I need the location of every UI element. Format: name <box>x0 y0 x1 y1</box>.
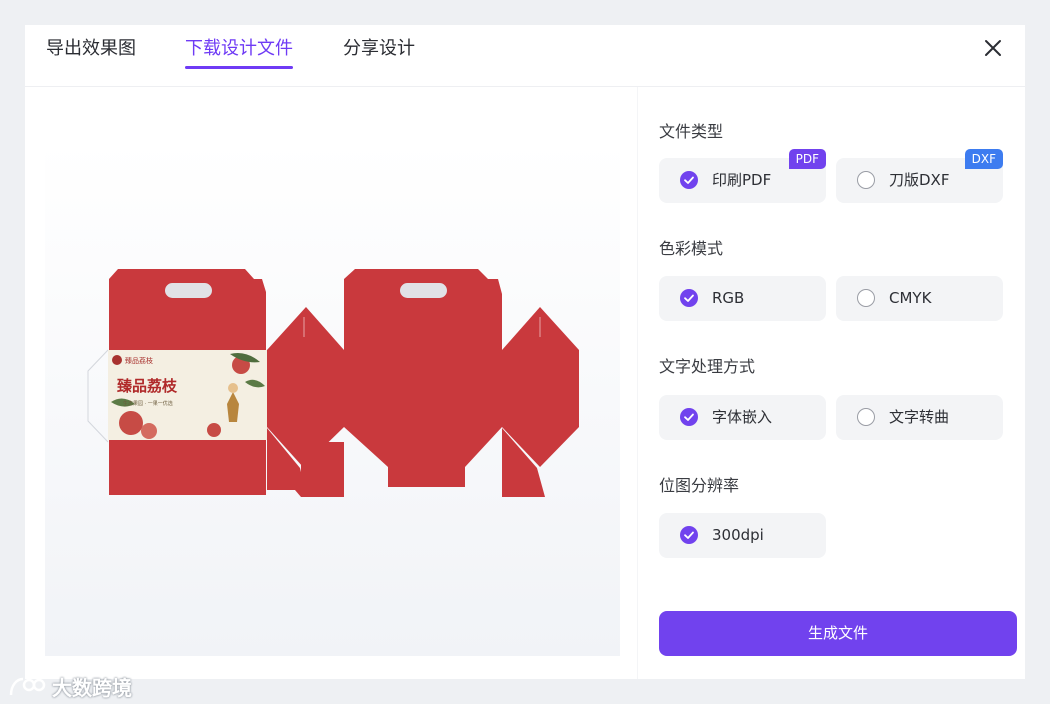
unchecked-radio-icon <box>857 289 875 307</box>
unchecked-radio-icon <box>857 171 875 189</box>
checked-radio-icon <box>680 408 698 426</box>
tab-export-render[interactable]: 导出效果图 <box>46 37 136 69</box>
option-print-pdf[interactable]: 印刷PDF PDF <box>659 149 826 203</box>
generate-file-button[interactable]: 生成文件 <box>659 611 1017 656</box>
option-label: 文字转曲 <box>889 408 950 426</box>
watermark-text: 大数跨境 <box>52 676 132 700</box>
package-title-text: 臻品荔枝 <box>117 377 178 395</box>
tab-bar: 导出效果图 下载设计文件 分享设计 <box>25 25 1025 87</box>
resolution-label: 位图分辨率 <box>659 476 740 495</box>
checked-radio-icon <box>680 289 698 307</box>
pdf-badge: PDF <box>788 149 826 169</box>
panel-divider <box>637 87 638 679</box>
tab-share-design[interactable]: 分享设计 <box>343 37 415 69</box>
checked-radio-icon <box>680 171 698 189</box>
option-outline-text[interactable]: 文字转曲 <box>836 395 1003 440</box>
watermark: 大数跨境 <box>8 672 132 700</box>
option-300dpi[interactable]: 300dpi <box>659 513 826 558</box>
package-label-artwork: 臻品荔枝 臻品荔枝 生态果园 · 一果一优选 <box>108 350 267 440</box>
box-dieline-image: 臻品荔枝 臻品荔枝 生态果园 · 一果一优选 <box>87 269 579 497</box>
option-cmyk[interactable]: CMYK <box>836 276 1003 321</box>
option-label: 刀版DXF <box>889 171 950 189</box>
option-label: 300dpi <box>712 526 764 544</box>
download-dialog: 导出效果图 下载设计文件 分享设计 臻品荔枝 臻品荔枝 生态果园 · 一果一优选… <box>25 25 1025 679</box>
close-button[interactable] <box>981 36 1005 60</box>
option-dieline-dxf[interactable]: 刀版DXF DXF <box>836 149 1003 203</box>
option-embed-fonts[interactable]: 字体嵌入 <box>659 395 826 440</box>
unchecked-radio-icon <box>857 408 875 426</box>
tab-download-design[interactable]: 下载设计文件 <box>185 37 293 69</box>
package-brand-text: 臻品荔枝 <box>125 356 153 365</box>
text-mode-label: 文字处理方式 <box>659 357 756 376</box>
package-slogan-text: 生态果园 · 一果一优选 <box>123 400 173 407</box>
watermark-logo-icon <box>9 677 46 695</box>
file-type-label: 文件类型 <box>659 122 724 141</box>
option-label: CMYK <box>889 289 932 307</box>
option-label: RGB <box>712 289 745 307</box>
close-icon <box>985 40 1001 56</box>
checked-radio-icon <box>680 526 698 544</box>
color-mode-label: 色彩模式 <box>659 239 724 258</box>
option-label: 印刷PDF <box>712 171 772 189</box>
dieline-preview: 臻品荔枝 臻品荔枝 生态果园 · 一果一优选 <box>45 142 620 656</box>
option-label: 字体嵌入 <box>712 408 773 426</box>
option-rgb[interactable]: RGB <box>659 276 826 321</box>
dxf-badge: DXF <box>964 149 1003 169</box>
